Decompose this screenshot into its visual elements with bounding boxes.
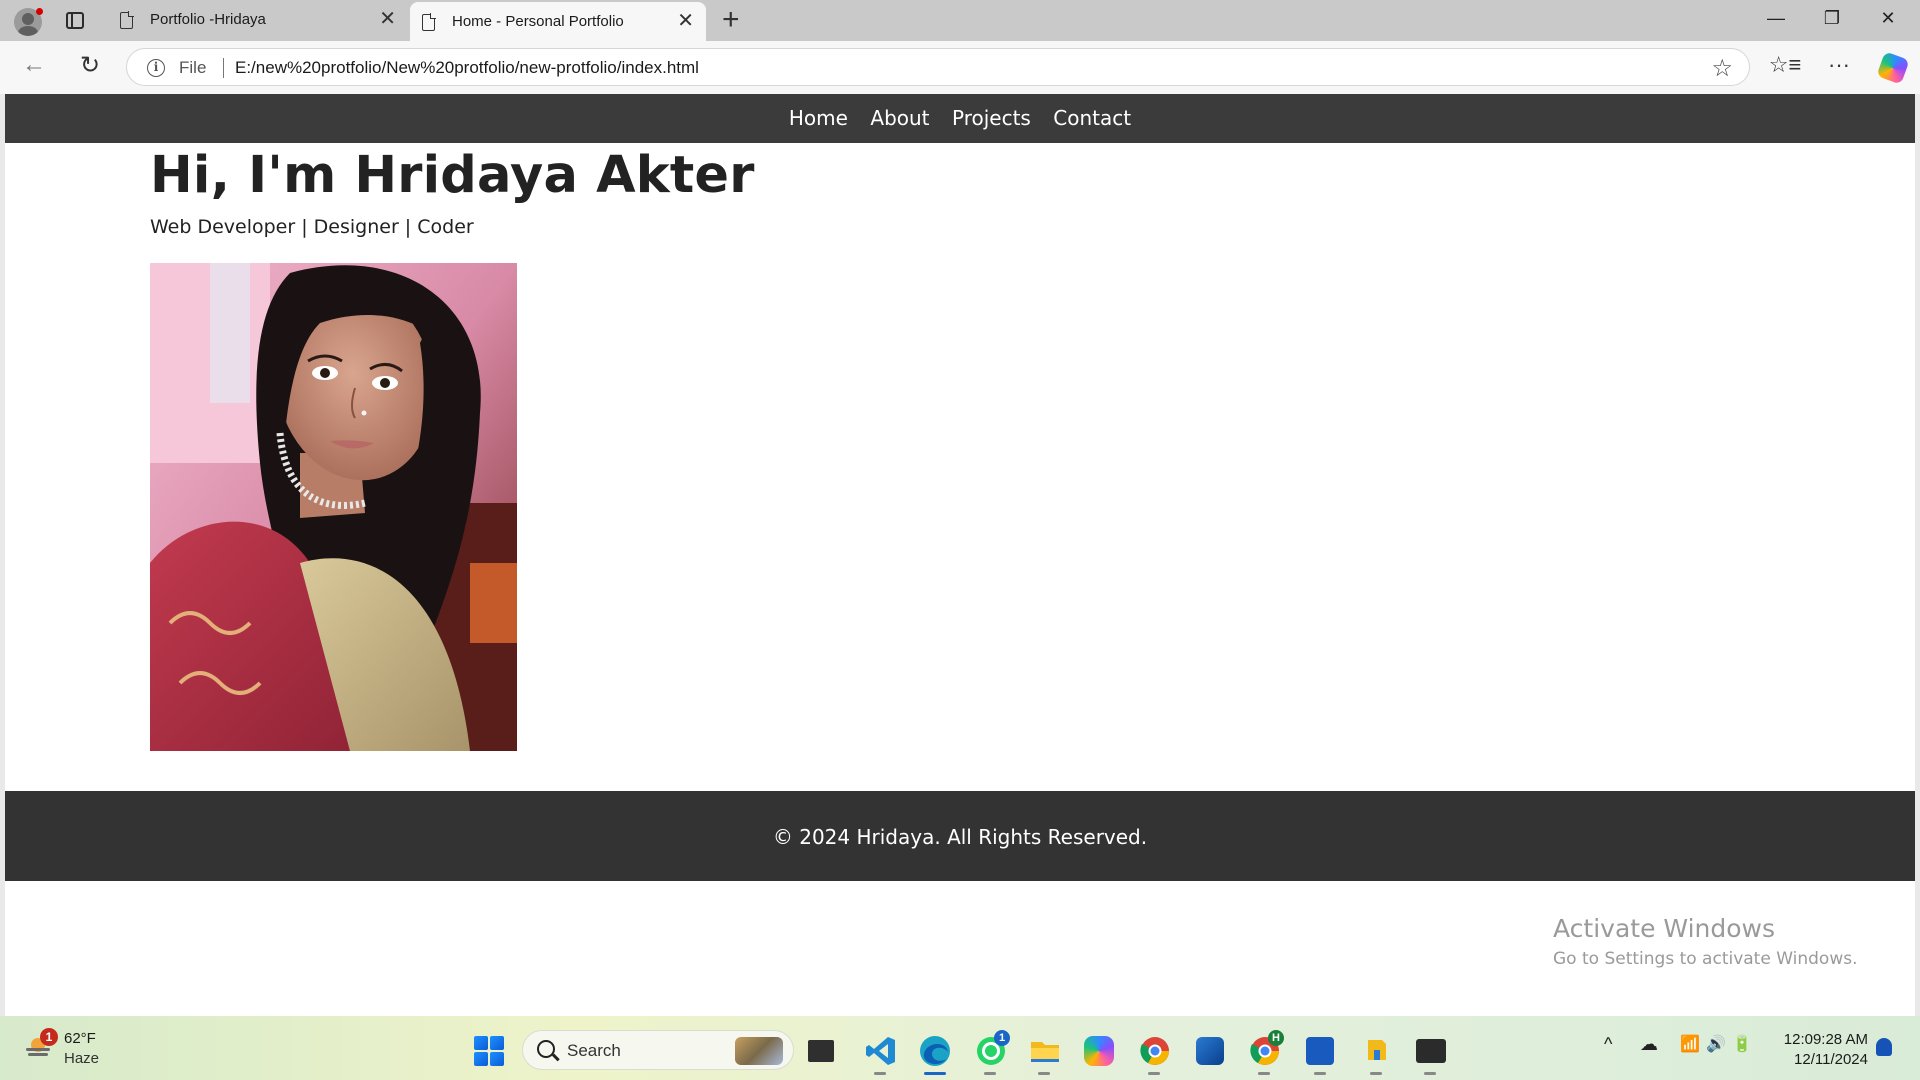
vscode-running-indicator xyxy=(874,1072,886,1075)
chrome-running-indicator xyxy=(1148,1072,1160,1075)
site-footer: © 2024 Hridaya. All Rights Reserved. xyxy=(5,791,1915,881)
folder-upload-icon[interactable] xyxy=(1360,1034,1394,1068)
search-placeholder: Search xyxy=(567,1041,621,1060)
chrome-profile-badge: H xyxy=(1268,1030,1284,1046)
tab-title: Home - Personal Portfolio xyxy=(452,13,624,30)
back-icon[interactable]: ← xyxy=(18,51,50,79)
clock-date: 12/11/2024 xyxy=(1794,1051,1868,1068)
page-icon xyxy=(120,11,134,29)
tab-title: Portfolio -Hridaya xyxy=(150,11,266,28)
browser-tab-home[interactable]: Home - Personal Portfolio ✕ xyxy=(410,2,706,41)
windows-taskbar: 1 62°F Haze Search 1 H ^ ☁ 📶 🔊 🔋 12:09:2… xyxy=(0,1016,1920,1080)
tab-close-icon[interactable]: ✕ xyxy=(379,8,396,30)
vscode-icon[interactable] xyxy=(864,1034,898,1068)
chrome-profile-running-indicator xyxy=(1258,1072,1270,1075)
clock-time: 12:09:28 AM xyxy=(1783,1031,1868,1048)
word-running-indicator xyxy=(1314,1072,1326,1075)
page-subtitle: Web Developer | Designer | Coder xyxy=(150,216,474,238)
weather-condition[interactable]: Haze xyxy=(64,1050,99,1067)
profile-photo xyxy=(150,263,517,751)
nav-link-home[interactable]: Home xyxy=(789,94,848,143)
copilot-app-icon[interactable] xyxy=(1084,1036,1114,1066)
minimize-icon[interactable]: — xyxy=(1756,8,1796,29)
browser-tab-portfolio[interactable]: Portfolio -Hridaya ✕ xyxy=(108,0,408,41)
task-view-icon[interactable] xyxy=(808,1040,834,1062)
whatsapp-running-indicator xyxy=(984,1072,996,1075)
edge-active-indicator xyxy=(924,1072,946,1075)
search-icon xyxy=(537,1040,555,1058)
url-text[interactable]: E:/new%20protfolio/New%20protfolio/new-p… xyxy=(235,58,699,78)
nav-link-about[interactable]: About xyxy=(870,94,929,143)
whatsapp-badge: 1 xyxy=(994,1030,1010,1046)
edge-icon[interactable] xyxy=(918,1034,952,1068)
onedrive-icon[interactable]: ☁ xyxy=(1640,1034,1658,1055)
windows-start-icon[interactable] xyxy=(474,1036,504,1066)
nav-link-contact[interactable]: Contact xyxy=(1053,94,1131,143)
activate-windows-watermark: Activate Windows Go to Settings to activ… xyxy=(1553,914,1858,969)
tab-actions-icon[interactable] xyxy=(66,12,84,29)
word-icon[interactable] xyxy=(1306,1037,1334,1065)
terminal-running-indicator xyxy=(1424,1072,1436,1075)
show-hidden-icons-chevron-icon[interactable]: ^ xyxy=(1604,1034,1612,1055)
close-window-icon[interactable]: ✕ xyxy=(1868,8,1908,29)
battery-icon[interactable]: 🔋 xyxy=(1732,1034,1752,1054)
page-viewport: Home About Projects Contact Hi, I'm Hrid… xyxy=(5,94,1915,1016)
page-heading: Hi, I'm Hridaya Akter xyxy=(150,146,755,205)
weather-temperature[interactable]: 62°F xyxy=(64,1030,96,1047)
new-tab-button[interactable]: + xyxy=(722,4,740,36)
terminal-icon[interactable] xyxy=(1416,1039,1446,1063)
watermark-subtitle: Go to Settings to activate Windows. xyxy=(1553,949,1858,969)
site-info-icon[interactable]: i xyxy=(147,59,165,77)
watermark-title: Activate Windows xyxy=(1553,914,1775,943)
profile-notification-dot xyxy=(36,8,43,15)
notification-bell-icon[interactable] xyxy=(1876,1038,1892,1056)
nav-link-projects[interactable]: Projects xyxy=(952,94,1031,143)
browser-toolbar: ← ↻ i File E:/new%20protfolio/New%20prot… xyxy=(0,41,1920,94)
address-separator xyxy=(223,58,224,78)
favorites-icon[interactable]: ☆≡ xyxy=(1768,52,1802,78)
reload-icon[interactable]: ↻ xyxy=(74,51,106,80)
explorer-running-indicator xyxy=(1038,1072,1050,1075)
browser-tab-bar: Portfolio -Hridaya ✕ Home - Personal Por… xyxy=(0,0,1920,41)
site-navbar: Home About Projects Contact xyxy=(5,94,1915,143)
folder-running-indicator xyxy=(1370,1072,1382,1075)
search-highlight-icon xyxy=(735,1037,783,1065)
microsoft-store-icon[interactable] xyxy=(1196,1037,1224,1065)
chrome-icon[interactable] xyxy=(1138,1034,1172,1068)
tab-close-icon[interactable]: ✕ xyxy=(677,10,694,32)
more-icon[interactable]: ··· xyxy=(1822,52,1856,78)
taskbar-search[interactable]: Search xyxy=(522,1030,794,1070)
clock[interactable]: 12:09:28 AM 12/11/2024 xyxy=(1756,1030,1868,1070)
copyright-text: © 2024 Hridaya. All Rights Reserved. xyxy=(772,825,1148,849)
wifi-icon[interactable]: 📶 xyxy=(1680,1034,1700,1054)
copilot-icon[interactable] xyxy=(1876,51,1910,85)
favorite-star-icon[interactable]: ☆ xyxy=(1711,54,1733,83)
address-bar[interactable]: i File E:/new%20protfolio/New%20protfoli… xyxy=(126,48,1750,86)
scheme-label: File xyxy=(179,58,207,77)
file-explorer-icon[interactable] xyxy=(1028,1034,1062,1068)
page-icon xyxy=(422,13,436,31)
weather-badge: 1 xyxy=(40,1028,58,1046)
volume-icon[interactable]: 🔊 xyxy=(1706,1034,1726,1054)
restore-icon[interactable]: ❐ xyxy=(1812,8,1852,29)
